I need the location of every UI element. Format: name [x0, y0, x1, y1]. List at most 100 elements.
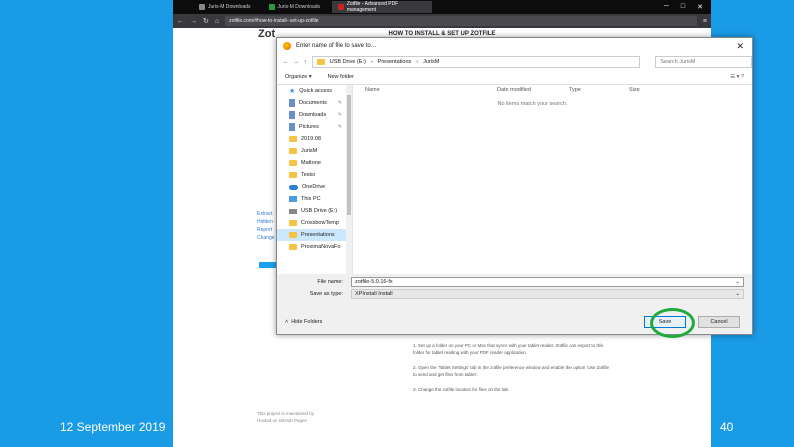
tab-label: Juris-M Downloads	[277, 4, 321, 10]
url-bar[interactable]: zotfile.com/#how-to-install--set-up-zotf…	[225, 16, 697, 26]
drive-icon	[289, 208, 297, 214]
nav-item-pictures[interactable]: Pictures ✎	[277, 121, 352, 133]
side-link[interactable]: Change	[257, 234, 275, 242]
tab-jurism-downloads-1[interactable]: Juris-M Downloads	[193, 1, 257, 13]
save-type-value: XPInstall Install	[355, 291, 393, 297]
nav-label: CrossbowTemp	[301, 220, 339, 226]
column-date[interactable]: Date modified	[497, 87, 569, 93]
firefox-icon	[283, 42, 291, 50]
save-type-select[interactable]: XPInstall Install ⌄	[351, 289, 744, 299]
cloud-icon	[289, 184, 298, 190]
side-links: Extract Hidden Report Change	[257, 210, 275, 242]
tab-bar: Juris-M Downloads Juris-M Downloads Zotf…	[173, 0, 711, 14]
nav-label: OneDrive	[302, 184, 326, 190]
navigation-pane: ★ Quick access Documents ✎ Downloads ✎ Pict…	[277, 85, 353, 274]
nav-label: ProximaNovaFo	[301, 244, 341, 250]
forward-icon[interactable]: →	[190, 18, 197, 25]
folder-icon	[316, 59, 325, 65]
nav-item-2019-08[interactable]: 2019.08	[277, 133, 352, 145]
breadcrumb-item[interactable]: Presentations	[378, 59, 412, 65]
nav-item-mattone[interactable]: Mattone	[277, 157, 352, 169]
nav-item-jurism[interactable]: JurisM	[277, 145, 352, 157]
tab-zotfile[interactable]: Zotfile - Advanced PDF management	[332, 1, 433, 13]
file-name-label: File name:	[317, 279, 343, 285]
minimize-icon[interactable]: ─	[664, 3, 669, 11]
file-list: Name Date modified Type Size No items ma…	[353, 85, 752, 274]
column-size[interactable]: Size	[629, 87, 669, 93]
new-folder-button[interactable]: New folder	[328, 74, 354, 80]
slide-page-number: 40	[720, 420, 734, 434]
nav-item-crossbowtemp[interactable]: CrossbowTemp	[277, 217, 352, 229]
view-options-icon[interactable]: ☰ ▾ ?	[730, 74, 752, 80]
path-bar: ← → ↑ USB Drive (E:) › Presentations › J…	[277, 54, 752, 70]
nav-item-proximanova[interactable]: ProximaNovaFo	[277, 241, 352, 253]
close-icon[interactable]: ✕	[736, 41, 752, 52]
menu-icon[interactable]: ≡	[703, 18, 707, 25]
chevron-down-icon[interactable]: ⌄	[735, 291, 740, 297]
tab-jurism-downloads-2[interactable]: Juris-M Downloads	[263, 1, 327, 13]
breadcrumb-item[interactable]: JurisM	[423, 59, 439, 65]
save-file-dialog: Enter name of file to save to… ✕ ← → ↑ U…	[276, 37, 753, 335]
favicon-icon	[338, 4, 344, 10]
column-type[interactable]: Type	[569, 87, 629, 93]
folder-icon	[289, 136, 297, 142]
nav-item-documents[interactable]: Documents ✎	[277, 97, 352, 109]
page-body-text: 1. Set up a folder on your PC or Mac tha…	[413, 342, 613, 393]
folder-icon	[289, 244, 297, 250]
nav-label: Pictures	[299, 124, 319, 130]
nav-item-onedrive[interactable]: OneDrive	[277, 181, 352, 193]
tweet-button[interactable]	[259, 262, 277, 268]
nav-scrollbar[interactable]	[346, 85, 352, 274]
save-form: File name: zotfile-5.0.16-fx ⌄ Save as t…	[277, 274, 752, 302]
nav-label: Quick access	[299, 88, 332, 94]
save-type-label: Save as type:	[309, 291, 343, 297]
close-icon[interactable]: ✕	[697, 3, 703, 11]
reload-icon[interactable]: ↻	[203, 17, 209, 25]
site-logo: Zot	[258, 28, 276, 40]
search-input[interactable]: Search JurisM	[655, 56, 752, 68]
nav-item-tesko[interactable]: Tesko	[277, 169, 352, 181]
nav-label: Downloads	[299, 112, 327, 118]
home-icon[interactable]: ⌂	[215, 18, 219, 25]
folder-icon	[289, 172, 297, 178]
hide-folders-button[interactable]: ˄ Hide Folders	[285, 319, 322, 325]
footer-line: Hosted on GitHub Pages	[257, 418, 307, 423]
nav-item-usb-drive[interactable]: USB Drive (E:)	[277, 205, 352, 217]
organize-button[interactable]: Organize ▾	[285, 74, 312, 80]
back-icon[interactable]: ←	[177, 18, 184, 25]
cancel-button[interactable]: Cancel	[698, 316, 740, 328]
nav-label: Mattone	[301, 160, 321, 166]
cancel-label: Cancel	[710, 319, 728, 325]
up-arrow-icon[interactable]: ↑	[304, 59, 307, 65]
tab-label: Zotfile - Advanced PDF management	[346, 1, 399, 13]
chevron-right-icon: ›	[370, 59, 373, 65]
file-name-input[interactable]: zotfile-5.0.16-fx ⌄	[351, 277, 744, 287]
back-arrow-icon[interactable]: ←	[283, 59, 289, 65]
breadcrumb-item[interactable]: USB Drive (E:)	[330, 59, 366, 65]
column-name[interactable]: Name	[365, 87, 497, 93]
dialog-body: ★ Quick access Documents ✎ Downloads ✎ Pict…	[277, 84, 752, 274]
step-1-text: 1. Set up a folder on your PC or Mac tha…	[413, 343, 604, 355]
nav-item-presentations[interactable]: Presentations	[277, 229, 352, 241]
side-link[interactable]: Report	[257, 226, 275, 234]
chevron-down-icon[interactable]: ⌄	[735, 279, 740, 285]
step-3-text: 3. Change the zotfile location for files…	[413, 387, 510, 392]
save-label: Save	[658, 319, 672, 325]
slide-date: 12 September 2019	[60, 420, 166, 434]
forward-arrow-icon[interactable]: →	[294, 59, 300, 65]
chevron-up-icon: ˄	[285, 319, 289, 325]
scroll-thumb[interactable]	[347, 95, 351, 215]
nav-item-downloads[interactable]: Downloads ✎	[277, 109, 352, 121]
maximize-icon[interactable]: □	[681, 3, 685, 11]
chevron-right-icon: ›	[416, 59, 419, 65]
side-link[interactable]: Hidden	[257, 218, 275, 226]
save-button[interactable]: Save	[644, 316, 686, 328]
search-placeholder: Search JurisM	[660, 59, 696, 65]
computer-icon	[289, 196, 297, 202]
nav-item-this-pc[interactable]: This PC	[277, 193, 352, 205]
file-name-row: File name: zotfile-5.0.16-fx ⌄	[285, 276, 744, 288]
side-link[interactable]: Extract	[257, 210, 275, 218]
nav-item-quick-access[interactable]: ★ Quick access	[277, 85, 352, 97]
breadcrumb[interactable]: USB Drive (E:) › Presentations › JurisM	[311, 56, 641, 68]
pictures-icon	[289, 123, 295, 131]
